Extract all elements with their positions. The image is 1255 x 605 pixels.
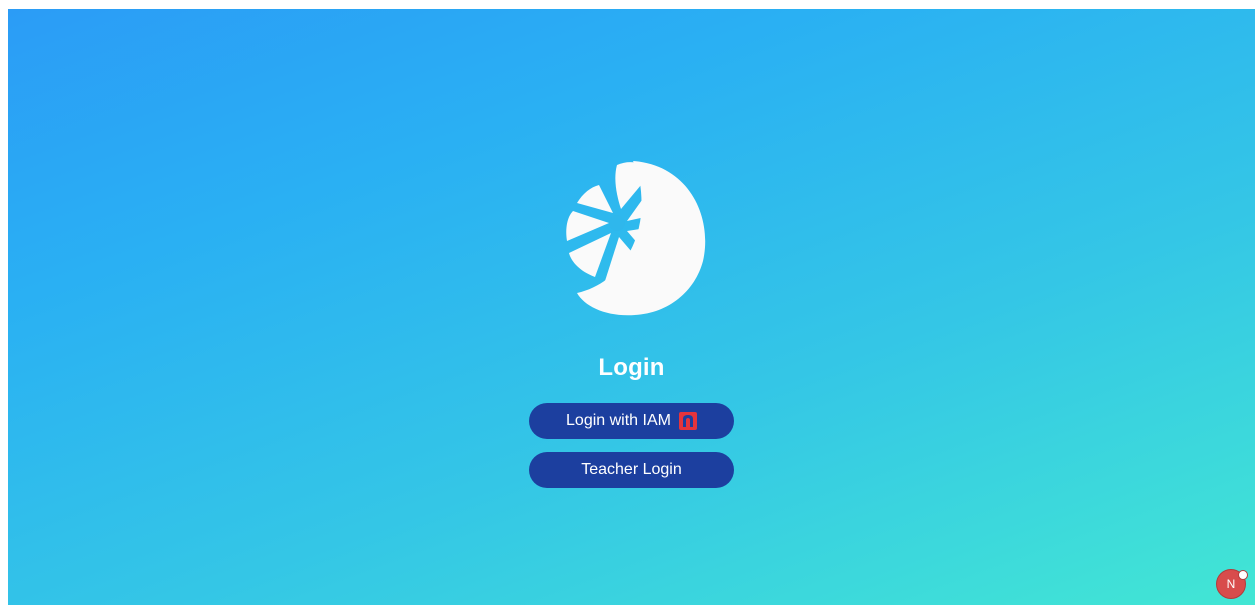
login-page: Login Login with IAM Teacher Login N [8,9,1255,605]
teacher-login-button[interactable]: Teacher Login [529,452,734,488]
badge-status-dot [1238,570,1248,580]
login-with-iam-label: Login with IAM [566,412,671,429]
badge-label: N [1226,577,1236,591]
page-title: Login [598,354,665,381]
iam-shield-icon [678,412,697,430]
login-with-iam-button[interactable]: Login with IAM [529,403,734,439]
lemon-logo-icon [566,161,706,316]
teacher-login-label: Teacher Login [581,461,682,478]
